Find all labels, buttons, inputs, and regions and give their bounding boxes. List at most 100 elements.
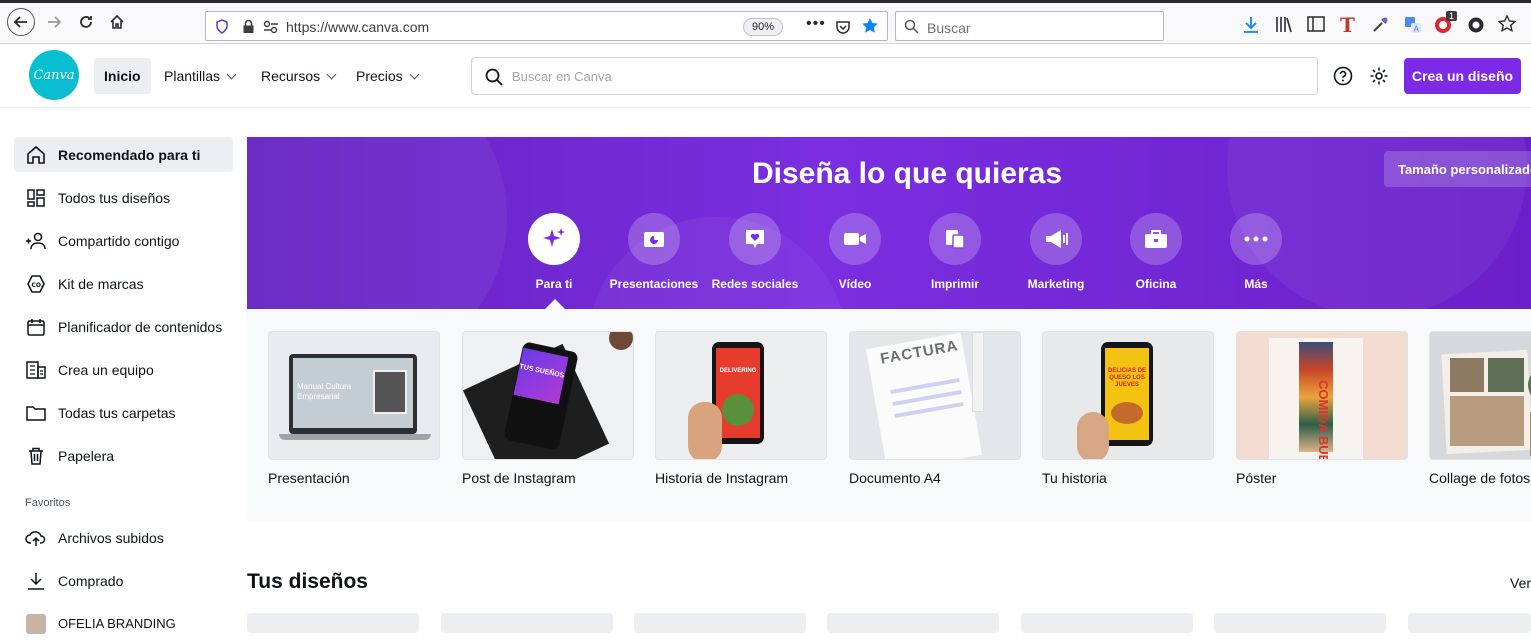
- active-category-pointer: [544, 299, 566, 309]
- svg-text:A: A: [1414, 25, 1420, 34]
- downloads-icon[interactable]: [1243, 16, 1259, 34]
- template-thumbnail: Manual Cultura Empresarial: [268, 331, 440, 460]
- sidebar-item-label: Kit de marcas: [58, 275, 144, 292]
- template-thumbnail: FACTURA: [849, 331, 1021, 460]
- help-button[interactable]: [1331, 64, 1355, 88]
- nav-precios[interactable]: Precios: [356, 58, 420, 94]
- category-label: Para ti: [535, 277, 573, 291]
- zoom-indicator[interactable]: 90%: [743, 18, 783, 36]
- folder-icon: [25, 402, 47, 424]
- sidebar-item-planificador[interactable]: Planificador de contenidos: [14, 309, 233, 344]
- designs-section-title: Tus diseños: [247, 570, 368, 593]
- template-card-documento-a4[interactable]: FACTURA Documento A4: [849, 331, 1021, 486]
- design-card[interactable]: [441, 613, 613, 633]
- building-icon: [25, 359, 47, 381]
- custom-size-button[interactable]: Tamaño personalizado: [1384, 151, 1531, 187]
- heart-bubble-icon: [729, 213, 781, 265]
- template-label: Documento A4: [849, 470, 941, 486]
- template-label: Presentación: [268, 470, 350, 486]
- design-card[interactable]: [247, 613, 419, 633]
- brand-icon: CO.: [25, 273, 47, 295]
- category-oficina[interactable]: Oficina: [1106, 213, 1206, 291]
- nav-inicio[interactable]: Inicio: [94, 58, 151, 94]
- design-card[interactable]: [1021, 613, 1193, 633]
- settings-button[interactable]: [1367, 64, 1391, 88]
- template-label: Póster: [1236, 470, 1277, 486]
- template-card-collage[interactable]: Collage de fotos: [1429, 331, 1531, 486]
- sidebar-item-ofelia[interactable]: OFELIA BRANDING: [14, 606, 233, 641]
- home-button[interactable]: [103, 8, 131, 36]
- sidebar-icon[interactable]: [1307, 16, 1325, 33]
- more-icon: [1230, 213, 1282, 265]
- more-actions-icon[interactable]: •••: [806, 15, 826, 33]
- circle-extension-icon[interactable]: [1467, 16, 1485, 34]
- library-icon[interactable]: [1275, 16, 1293, 33]
- translate-icon[interactable]: A: [1404, 16, 1422, 34]
- category-redes-sociales[interactable]: Redes sociales: [705, 213, 805, 291]
- category-video[interactable]: Vídeo: [805, 213, 905, 291]
- nav-plantillas[interactable]: Plantillas: [164, 58, 237, 94]
- chevron-down-icon: [409, 69, 420, 79]
- calendar-icon: [25, 316, 47, 338]
- shield-icon: [216, 19, 228, 34]
- template-label: Collage de fotos: [1429, 470, 1531, 486]
- pocket-icon[interactable]: [835, 19, 851, 35]
- favorites-heading: Favoritos: [25, 497, 71, 509]
- sidebar-item-papelera[interactable]: Papelera: [14, 438, 233, 473]
- back-button[interactable]: [7, 8, 35, 36]
- category-mas[interactable]: Más: [1206, 213, 1306, 291]
- template-thumb-text: COMIDA BUENA: [1316, 380, 1331, 460]
- svg-text:CO.: CO.: [32, 282, 44, 289]
- home-icon: [25, 144, 47, 166]
- design-card[interactable]: [1408, 613, 1531, 633]
- sidebar-item-recomendado[interactable]: Recomendado para ti: [14, 137, 233, 172]
- nav-recursos[interactable]: Recursos: [261, 58, 337, 94]
- forward-button[interactable]: [40, 8, 68, 36]
- lock-icon: [243, 19, 254, 33]
- design-card[interactable]: [634, 613, 806, 633]
- template-card-historia-instagram[interactable]: DELIVERING Historia de Instagram: [655, 331, 827, 486]
- template-card-tu-historia[interactable]: DELICIAS DE QUESO LOS JUEVES Tu historia: [1042, 331, 1214, 486]
- template-thumbnail: TUS SUEÑOS: [462, 331, 634, 460]
- sidebar: Recomendado para ti Todos tus diseños Co…: [0, 108, 247, 634]
- eyedropper-icon[interactable]: [1372, 16, 1389, 33]
- template-thumbnail: DELICIAS DE QUESO LOS JUEVES: [1042, 331, 1214, 460]
- category-imprimir[interactable]: Imprimir: [905, 213, 1005, 291]
- template-thumb-text: Manual Cultura Empresarial: [297, 382, 352, 401]
- sidebar-item-todos-disenos[interactable]: Todos tus diseños: [14, 180, 233, 215]
- sidebar-item-kit-marcas[interactable]: CO. Kit de marcas: [14, 266, 233, 301]
- category-marketing[interactable]: Marketing: [1006, 213, 1106, 291]
- design-card[interactable]: [1214, 613, 1386, 633]
- people-icon: [25, 230, 47, 252]
- sidebar-item-comprado[interactable]: Comprado: [14, 563, 233, 598]
- permissions-icon: [263, 20, 278, 34]
- create-design-button[interactable]: Crea un diseño: [1404, 58, 1521, 94]
- overflow-star-icon[interactable]: [1498, 15, 1516, 33]
- see-all-link[interactable]: Ver: [1510, 575, 1531, 591]
- category-label: Marketing: [1027, 277, 1085, 291]
- reload-button[interactable]: [72, 8, 100, 36]
- extension-t-icon[interactable]: T: [1340, 13, 1355, 37]
- bookmark-star-icon[interactable]: [861, 17, 879, 35]
- category-para-ti[interactable]: Para ti: [504, 213, 604, 291]
- template-card-poster[interactable]: COMIDA BUENA Póster: [1236, 331, 1408, 486]
- back-arrow-icon: [14, 16, 27, 28]
- design-card[interactable]: [827, 613, 999, 633]
- sidebar-item-archivos-subidos[interactable]: Archivos subidos: [14, 520, 233, 555]
- category-presentaciones[interactable]: Presentaciones: [604, 213, 704, 291]
- category-label: Presentaciones: [609, 277, 699, 291]
- search-icon: [904, 19, 919, 34]
- canva-logo[interactable]: Canva: [29, 50, 79, 100]
- sidebar-item-label: Compartido contigo: [58, 232, 180, 249]
- canva-search-placeholder: Buscar en Canva: [512, 69, 612, 84]
- canva-search-input[interactable]: Buscar en Canva: [471, 57, 1318, 95]
- sidebar-item-carpetas[interactable]: Todas tus carpetas: [14, 395, 233, 430]
- url-bar[interactable]: https://www.canva.com 90% •••: [205, 11, 888, 41]
- sidebar-item-equipo[interactable]: Crea un equipo: [14, 352, 233, 387]
- template-card-presentacion[interactable]: Manual Cultura Empresarial Presentación: [268, 331, 440, 486]
- sidebar-item-label: Crea un equipo: [58, 361, 154, 378]
- template-card-post-instagram[interactable]: TUS SUEÑOS Post de Instagram: [462, 331, 634, 486]
- sidebar-item-compartido[interactable]: Compartido contigo: [14, 223, 233, 258]
- browser-search[interactable]: Buscar: [895, 11, 1164, 41]
- template-thumbnail: DELIVERING: [655, 331, 827, 460]
